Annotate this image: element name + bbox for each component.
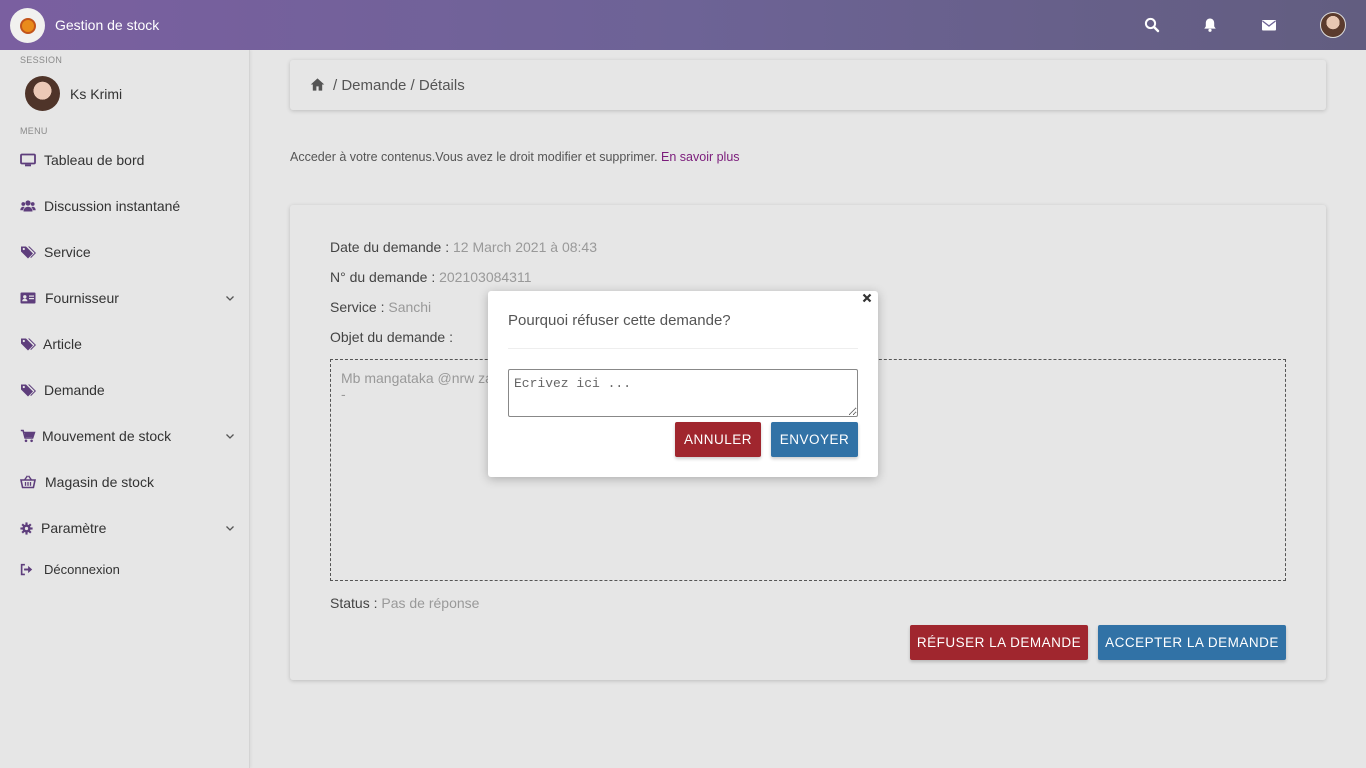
users-icon: [20, 200, 36, 212]
date-value: 12 March 2021 à 08:43: [452, 239, 597, 255]
service-field: Service : Sanchi: [330, 299, 431, 315]
sidebar-item-label: Fournisseur: [45, 290, 119, 306]
menu-label: MENU: [20, 126, 48, 136]
chevron-down-icon[interactable]: [225, 431, 235, 441]
sidebar-user-name[interactable]: Ks Krimi: [70, 86, 122, 102]
sidebar-item-label: Mouvement de stock: [42, 428, 172, 444]
logo-emblem: [19, 17, 36, 34]
top-navbar: Gestion de stock: [0, 0, 1366, 50]
bell-icon[interactable]: [1202, 17, 1218, 33]
status-label: Status :: [330, 595, 382, 611]
envelope-icon[interactable]: [1261, 17, 1277, 33]
sidebar-item-deconnexion[interactable]: Déconnexion: [0, 549, 250, 589]
info-text: Acceder à votre contenus.Vous avez le dr…: [290, 150, 662, 164]
sidebar-item-label: Discussion instantané: [44, 198, 181, 214]
accept-demande-button[interactable]: ACCEPTER LA DEMANDE: [1098, 625, 1286, 660]
cart-icon: [20, 429, 36, 443]
search-icon[interactable]: [1144, 17, 1160, 33]
session-label: SESSION: [20, 55, 63, 65]
basket-icon: [20, 475, 36, 489]
refuse-demande-button[interactable]: RÉFUSER LA DEMANDE: [910, 625, 1088, 660]
send-button[interactable]: ENVOYER: [771, 422, 858, 457]
sidebar-item-label: Déconnexion: [44, 561, 120, 577]
home-icon[interactable]: [310, 77, 325, 92]
sidebar-avatar[interactable]: [25, 76, 60, 111]
service-value: Sanchi: [388, 299, 432, 315]
chevron-down-icon[interactable]: [225, 293, 235, 303]
tags-icon: [21, 246, 36, 259]
date-field: Date du demande : 12 March 2021 à 08:43: [330, 239, 597, 255]
tags-icon: [21, 384, 36, 397]
status-value: Pas de réponse: [381, 595, 480, 611]
sign-out-icon: [20, 563, 33, 575]
learn-more-link[interactable]: En savoir plus: [661, 150, 740, 164]
numero-field: N° du demande : 202103084311: [330, 269, 532, 285]
sidebar: SESSION Ks Krimi MENU Tableau de bord Di…: [0, 50, 250, 768]
sidebar-item-label: Article: [43, 336, 82, 352]
tags-icon: [21, 338, 36, 351]
sidebar-item-fournisseur[interactable]: Fournisseur: [0, 278, 250, 318]
modal-divider: [508, 348, 858, 349]
modal-title: Pourquoi réfuser cette demande?: [508, 312, 731, 329]
service-label: Service :: [330, 299, 389, 315]
sidebar-item-tableau-de-bord[interactable]: Tableau de bord: [0, 140, 250, 180]
sidebar-item-label: Service: [44, 244, 91, 260]
cancel-button[interactable]: ANNULER: [675, 422, 761, 457]
sidebar-item-label: Paramètre: [41, 520, 107, 536]
sidebar-item-article[interactable]: Article: [0, 324, 250, 364]
sidebar-item-parametre[interactable]: Paramètre: [0, 508, 250, 548]
objet-field: Objet du demande :: [330, 329, 453, 345]
sidebar-item-service[interactable]: Service: [0, 232, 250, 272]
sidebar-item-discussion[interactable]: Discussion instantané: [0, 186, 250, 226]
numero-label: N° du demande :: [330, 269, 440, 285]
numero-value: 202103084311: [439, 269, 532, 285]
sidebar-item-demande[interactable]: Demande: [0, 370, 250, 410]
gear-icon: [20, 521, 33, 535]
date-label: Date du demande :: [330, 239, 453, 255]
objet-value: Mb mangataka @nrw za -: [341, 370, 493, 402]
sidebar-item-mouvement-de-stock[interactable]: Mouvement de stock: [0, 416, 250, 456]
sidebar-item-label: Demande: [44, 382, 105, 398]
chevron-down-icon[interactable]: [225, 523, 235, 533]
app-logo[interactable]: [10, 8, 45, 43]
sidebar-item-label: Tableau de bord: [44, 152, 145, 168]
status-field: Status : Pas de réponse: [330, 595, 479, 611]
user-avatar[interactable]: [1320, 12, 1346, 38]
refuse-reason-textarea[interactable]: [508, 369, 858, 417]
objet-label: Objet du demande :: [330, 329, 453, 345]
breadcrumb-path[interactable]: / Demande / Détails: [333, 77, 465, 94]
info-message: Acceder à votre contenus.Vous avez le dr…: [290, 150, 740, 164]
desktop-icon: [20, 153, 36, 167]
sidebar-item-magasin-de-stock[interactable]: Magasin de stock: [0, 462, 250, 502]
breadcrumb: / Demande / Détails: [290, 60, 1326, 110]
close-icon[interactable]: [862, 293, 872, 303]
address-card-icon: [20, 292, 36, 304]
sidebar-item-label: Magasin de stock: [45, 474, 154, 490]
refuse-reason-modal: Pourquoi réfuser cette demande? ANNULER …: [488, 291, 878, 477]
app-title[interactable]: Gestion de stock: [55, 17, 159, 33]
